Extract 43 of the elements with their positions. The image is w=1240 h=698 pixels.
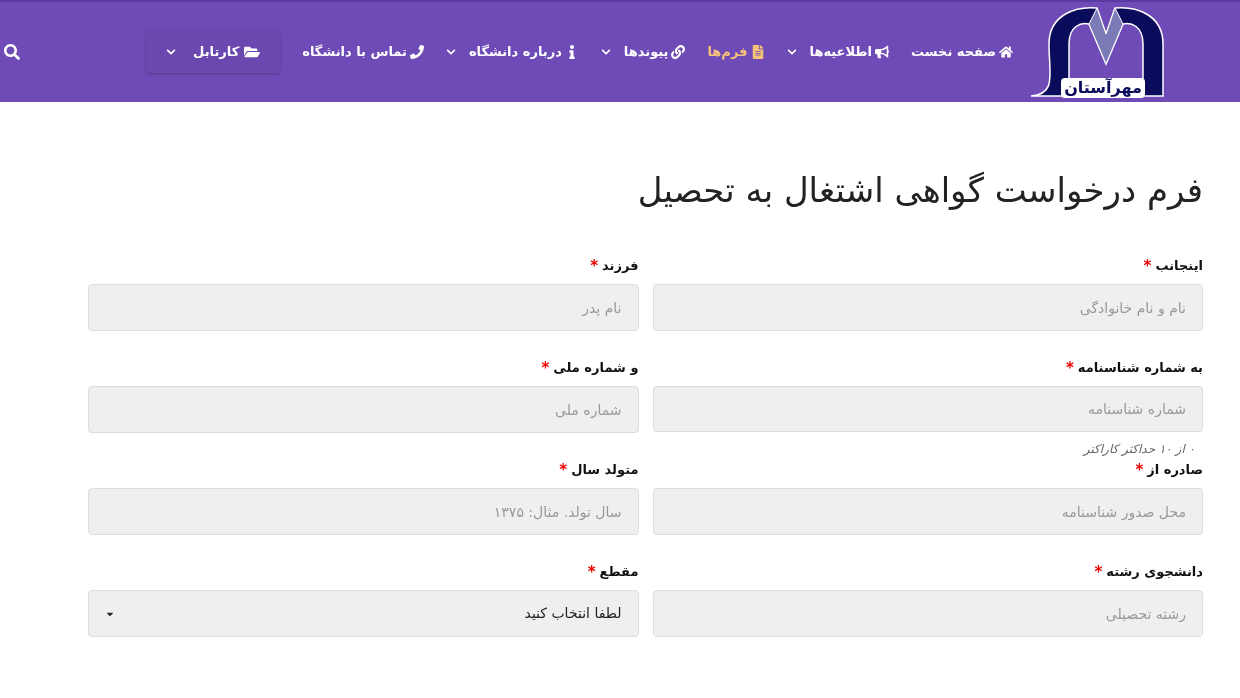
input-field[interactable]: نام پدر — [88, 284, 639, 331]
nav-link[interactable]: تماس با دانشگاه — [302, 42, 424, 62]
required-asterisk: * — [1094, 561, 1103, 583]
input-field[interactable]: نام و نام خانوادگی — [652, 284, 1203, 331]
nav-link[interactable]: پیوندها — [600, 42, 686, 62]
input-field[interactable]: شماره ملی — [88, 386, 639, 433]
nav-link[interactable]: درباره دانشگاه — [445, 42, 579, 62]
required-asterisk: * — [590, 255, 598, 277]
character-count-hint: ۰ از ۱۰ حداکثر کاراکتر — [1081, 441, 1195, 458]
phone-icon — [409, 45, 424, 59]
required-asterisk: * — [587, 561, 596, 583]
link-icon — [671, 45, 686, 59]
logo[interactable]: مهرآستان — [1027, 4, 1185, 100]
nav-link[interactable]: فرم‌ها — [707, 42, 765, 62]
input-field[interactable]: محل صدور شناسنامه — [652, 488, 1203, 535]
megaphone-icon — [875, 45, 890, 59]
field-label: مقطع — [599, 563, 639, 582]
nav-link[interactable]: صفحه نخست — [911, 42, 1013, 62]
field-label: اینجانب — [1155, 257, 1203, 276]
logo-text: مهرآستان — [1061, 78, 1145, 98]
input-field[interactable]: شماره شناسنامه — [652, 385, 1203, 432]
document-icon — [750, 45, 765, 59]
required-asterisk: * — [559, 459, 568, 481]
page-title: فرم درخواست گواهی اشتغال به تحصیل — [636, 169, 1203, 212]
portal-dropdown-button[interactable]: کارتابل — [146, 31, 281, 73]
field-label: فرزند — [602, 257, 639, 276]
folder-icon — [244, 44, 261, 60]
search-button[interactable] — [4, 44, 20, 60]
required-asterisk: * — [1065, 357, 1074, 379]
field-label: به شماره شناسنامه — [1077, 359, 1203, 378]
input-field[interactable]: رشته تحصیلی — [652, 590, 1203, 637]
field-label: متولد سال — [571, 461, 639, 480]
select-field[interactable]: لطفا انتخاب کنید — [88, 590, 639, 637]
required-asterisk: * — [541, 357, 550, 379]
home-icon — [999, 45, 1013, 59]
field-label: و شماره ملی — [553, 359, 639, 378]
required-asterisk: * — [1143, 255, 1152, 277]
chevron-down-icon — [166, 47, 177, 57]
input-field[interactable]: سال تولد. مثال: ۱۳۷۵ — [88, 488, 639, 535]
required-asterisk: * — [1135, 459, 1144, 481]
nav-link[interactable]: اطلاعیه‌ها — [786, 42, 890, 62]
field-label: صادره از — [1147, 461, 1203, 480]
field-label: دانشجوی رشته — [1106, 563, 1203, 582]
